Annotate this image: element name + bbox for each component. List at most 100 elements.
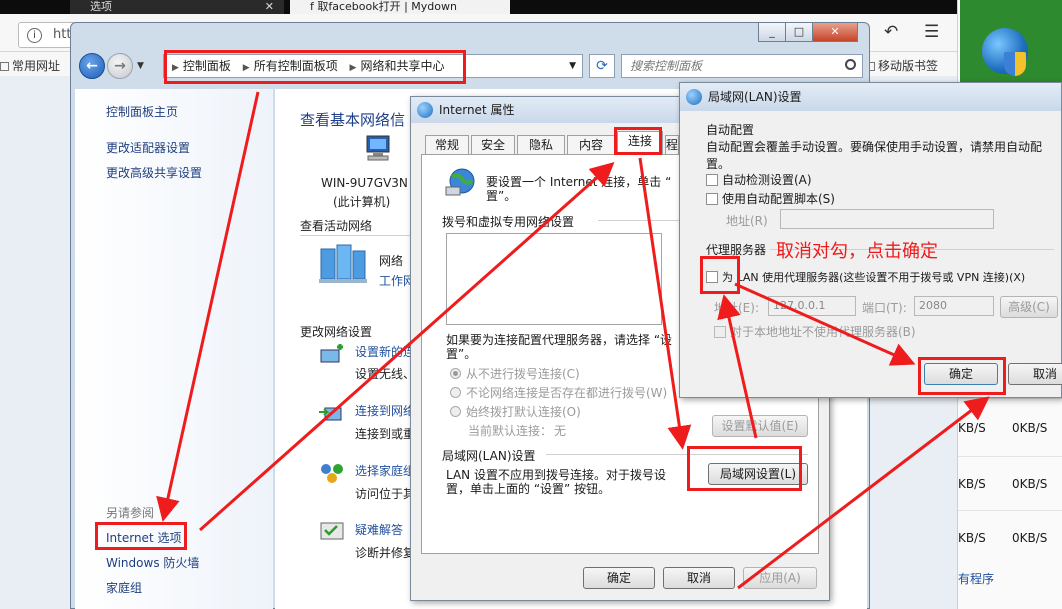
radio-indicator[interactable]	[450, 387, 461, 398]
dialog-titlebar: 局域网(LAN)设置	[680, 83, 1061, 111]
search-input[interactable]: 搜索控制面板	[621, 54, 863, 78]
instruction-annotation: 取消对勾，点击确定	[776, 241, 938, 262]
proxy-address-label: 地址(E):	[714, 301, 759, 315]
port-field[interactable]: 2080	[914, 296, 994, 316]
change-settings-heading: 更改网络设置	[300, 325, 373, 339]
divider	[300, 235, 410, 236]
browser-tab-strip: 选项 ✕ f 取facebook打开 | Mydown	[0, 0, 960, 14]
tab-security[interactable]: 安全	[471, 135, 515, 154]
script-address-field[interactable]	[780, 209, 994, 229]
checkbox-box[interactable]	[706, 174, 718, 186]
auto-detect-checkbox[interactable]: 自动检测设置(A)	[706, 171, 812, 188]
proxy-text: 如果要为连接配置代理服务器，请选择 “设	[446, 333, 673, 347]
troubleshoot-icon	[320, 522, 344, 540]
apply-button[interactable]: 应用(A)	[743, 567, 817, 589]
sidebar-item-firewall[interactable]: Windows 防火墙	[106, 554, 199, 571]
auto-script-checkbox[interactable]: 使用自动配置脚本(S)	[706, 190, 835, 207]
proxy-text: 置”。	[446, 347, 477, 361]
close-tab-icon[interactable]: ✕	[265, 0, 274, 14]
address-label: 地址(R)	[726, 214, 768, 228]
maximize-button[interactable]: □	[785, 23, 813, 42]
cancel-button[interactable]: 取消	[663, 567, 735, 589]
auto-config-description: 自动配置会覆盖手动设置。要确保使用手动设置，请禁用自动配置。	[706, 140, 1043, 171]
computer-subtitle: (此计算机)	[333, 195, 391, 209]
sidebar-item-homegroup[interactable]: 家庭组	[106, 579, 142, 596]
cancel-button[interactable]: 取消	[1008, 363, 1062, 385]
dialog-title: Internet 属性	[439, 103, 515, 117]
info-icon[interactable]: i	[27, 28, 42, 43]
bypass-local-checkbox[interactable]: 对于本地地址不使用代理服务器(B)	[714, 323, 916, 340]
sidebar-item-home[interactable]: 控制面板主页	[106, 103, 178, 120]
checkbox-box[interactable]	[706, 193, 718, 205]
radio-always-dial[interactable]: 始终拨打默认连接(O)	[450, 403, 581, 420]
computer-name: WIN-9U7GV3N	[321, 176, 408, 190]
tab-general[interactable]: 常规	[425, 135, 469, 154]
sidebar-item-sharing[interactable]: 更改高级共享设置	[106, 164, 202, 181]
tab-privacy[interactable]: 隐私	[517, 135, 565, 154]
network-icon	[319, 244, 367, 283]
tab-programs[interactable]: 程	[665, 135, 679, 154]
sidebar-item-adapter[interactable]: 更改适配器设置	[106, 139, 190, 156]
radio-indicator[interactable]	[450, 368, 461, 379]
radio-indicator[interactable]	[450, 406, 461, 417]
search-icon[interactable]	[845, 59, 856, 70]
task-link[interactable]: 选择家庭组	[355, 462, 415, 479]
task-description: 诊断并修复	[355, 546, 416, 560]
task-link[interactable]: 连接到网络	[355, 402, 415, 419]
history-dropdown-icon[interactable]: ▼	[137, 61, 144, 71]
current-default-value: 无	[554, 424, 567, 438]
menu-icon[interactable]: ☰	[924, 22, 939, 42]
refresh-icon[interactable]: ⟳	[589, 54, 615, 78]
highlight-internet-options	[95, 522, 187, 550]
connection-list[interactable]	[446, 233, 662, 325]
dialog-title: 局域网(LAN)设置	[708, 90, 802, 104]
radio-never-dial[interactable]: 从不进行拨号连接(C)	[450, 365, 580, 382]
speed-value: 0KB/S	[1012, 531, 1048, 545]
highlight-ok-button	[918, 357, 1006, 395]
radio-label: 不论网络连接是否存在都进行拨号(W)	[466, 386, 668, 400]
shield-icon	[1004, 52, 1026, 76]
browser-tab[interactable]: f 取facebook打开 | Mydown	[290, 0, 510, 14]
speed-row: KB/S 0KB/S	[958, 510, 1062, 568]
bookmark-common-sites[interactable]: 常用网址	[0, 57, 60, 74]
checkbox-label: 使用自动配置脚本(S)	[722, 192, 835, 206]
bookmark-label: 移动版书签	[878, 59, 939, 73]
highlight-connections-tab	[614, 127, 662, 155]
speed-value: KB/S	[958, 477, 986, 491]
ok-button[interactable]: 确定	[583, 567, 655, 589]
task-link[interactable]: 设置新的连	[355, 343, 415, 360]
programs-link[interactable]: 有程序	[958, 570, 994, 587]
network-name: 网络	[379, 254, 404, 268]
highlight-proxy-checkbox	[700, 256, 740, 294]
connect-network-icon	[319, 407, 342, 421]
speed-value: 0KB/S	[1012, 421, 1048, 435]
undo-icon[interactable]: ↶	[884, 22, 898, 42]
close-button[interactable]: ✕	[812, 23, 858, 42]
chevron-down-icon[interactable]: ▼	[569, 55, 576, 77]
set-default-button[interactable]: 设置默认值(E)	[712, 415, 808, 437]
speed-row: KB/S 0KB/S	[958, 398, 1062, 456]
internet-setup-icon	[445, 168, 475, 196]
forward-button[interactable]: →	[107, 53, 133, 79]
advanced-button[interactable]: 高级(C)	[1000, 296, 1058, 318]
task-link[interactable]: 疑难解答	[355, 521, 403, 538]
proxy-address-field[interactable]: 127.0.0.1	[768, 296, 856, 316]
speed-row: KB/S 0KB/S	[958, 456, 1062, 514]
checkbox-label: 自动检测设置(A)	[722, 173, 812, 187]
back-button[interactable]: ←	[79, 53, 105, 79]
task-description: 连接到或重	[355, 427, 416, 441]
setup-text: 置”。	[486, 189, 517, 203]
auto-config-heading: 自动配置	[706, 123, 755, 137]
radio-dial-whenever[interactable]: 不论网络连接是否存在都进行拨号(W)	[450, 384, 667, 401]
speed-value: KB/S	[958, 421, 986, 435]
browser-tab[interactable]: 选项 ✕	[70, 0, 284, 14]
current-default-label: 当前默认连接：	[468, 424, 553, 438]
bookmark-mobile[interactable]: 移动版书签	[866, 57, 938, 74]
minimize-button[interactable]: _	[758, 23, 786, 42]
radio-label: 从不进行拨号连接(C)	[466, 367, 580, 381]
checkbox-box[interactable]	[714, 326, 726, 338]
computer-icon	[366, 135, 390, 161]
globe-icon	[686, 89, 702, 105]
tab-content[interactable]: 内容	[567, 135, 615, 154]
use-proxy-checkbox[interactable]: 为 LAN 使用代理服务器(这些设置不用于拨号或 VPN 连接)(X)	[706, 269, 1025, 285]
